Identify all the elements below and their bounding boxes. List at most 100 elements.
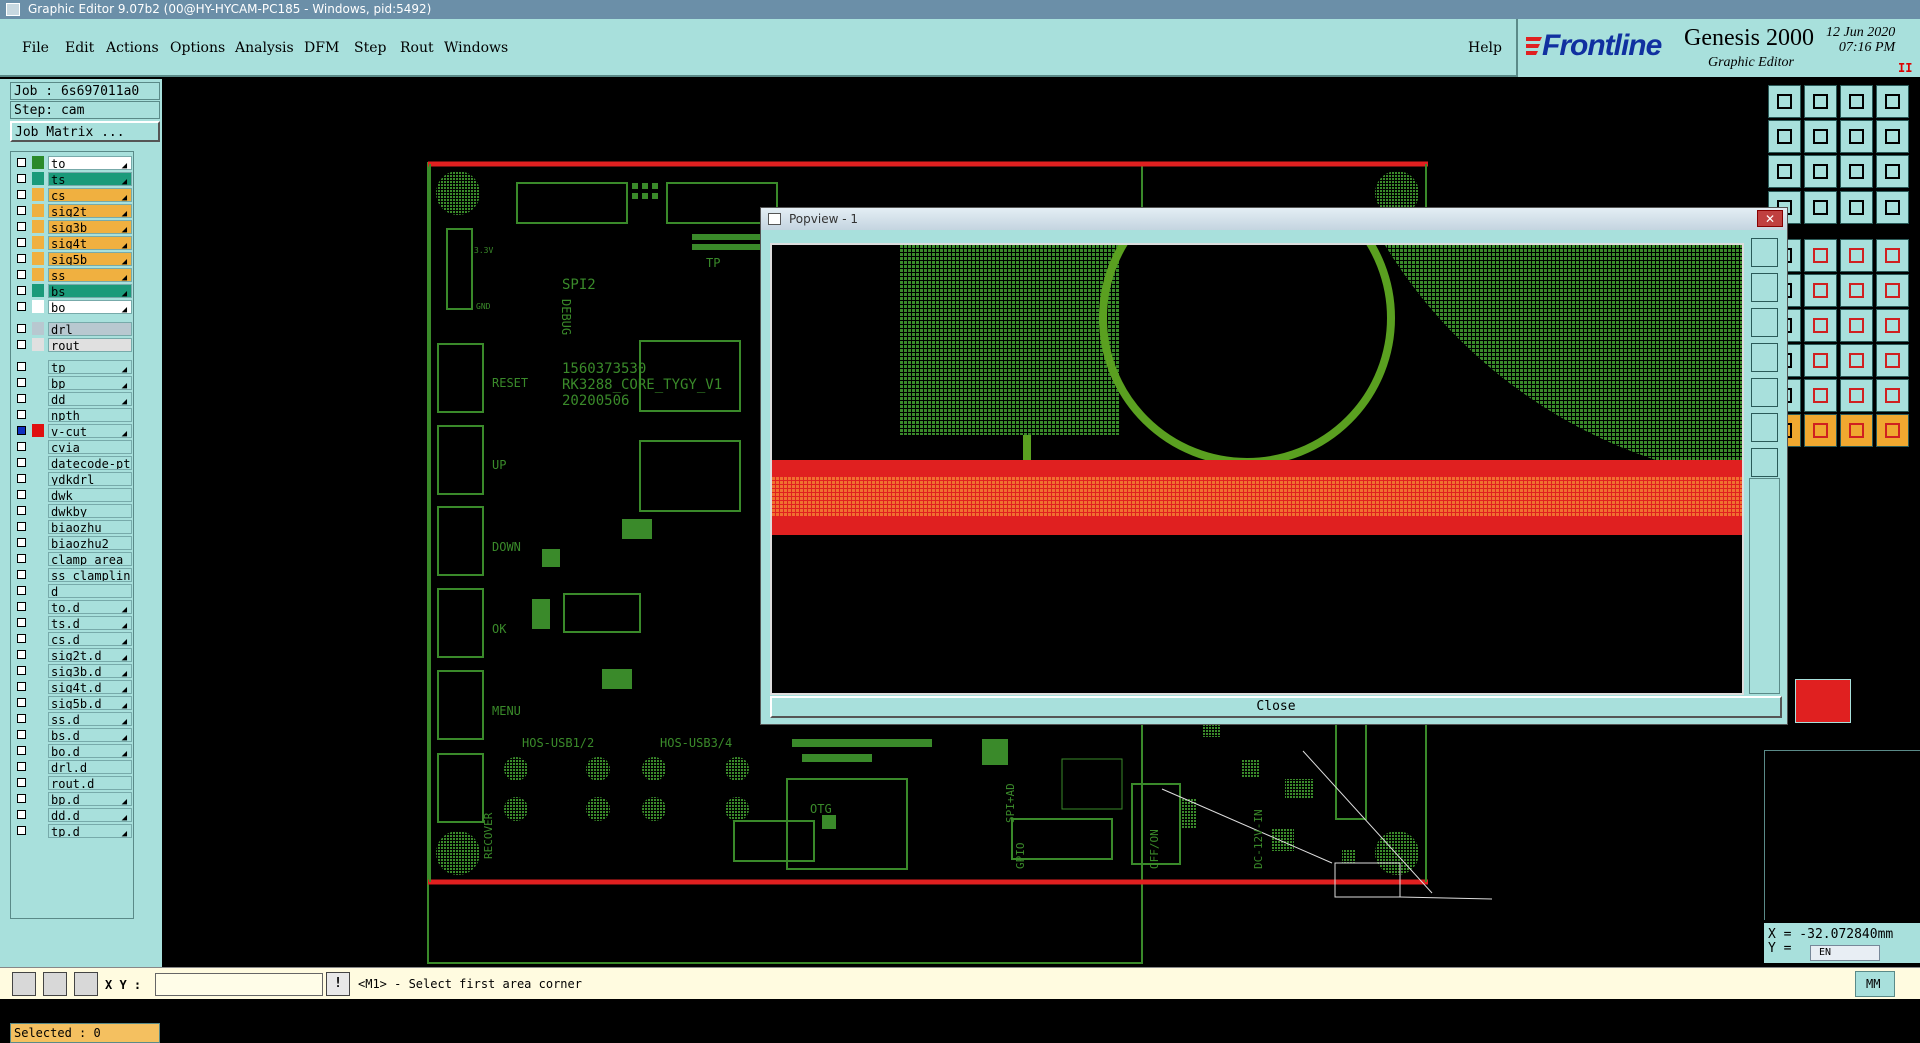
tool-button-r3-c2-icon[interactable] — [1840, 191, 1873, 224]
layer-color-swatch[interactable] — [32, 424, 44, 437]
menu-dfm[interactable]: DFM — [304, 40, 339, 56]
tool-button-r8-c2-icon[interactable] — [1840, 379, 1873, 412]
tool-button-r7-c1-icon[interactable] — [1804, 344, 1837, 377]
layer-checkbox[interactable] — [17, 506, 26, 515]
layer-color-swatch[interactable] — [32, 520, 44, 533]
menu-step[interactable]: Step — [354, 40, 386, 56]
layer-row[interactable]: clamp_area — [12, 551, 134, 567]
layer-name[interactable]: datecode-pte — [48, 456, 132, 470]
layer-row[interactable]: sig5b ◢ — [12, 251, 134, 267]
layer-row[interactable]: sig4t ◢ — [12, 235, 134, 251]
tool-button-r1-c2-icon[interactable] — [1840, 120, 1873, 153]
layer-name[interactable]: bs.d ◢ — [48, 728, 132, 742]
layer-name[interactable]: sig3b ◢ — [48, 220, 132, 234]
layer-checkbox[interactable] — [17, 238, 26, 247]
tool-button-r6-c2-icon[interactable] — [1840, 309, 1873, 342]
layer-name[interactable]: ss.d ◢ — [48, 712, 132, 726]
layer-color-swatch[interactable] — [32, 220, 44, 233]
popview-tool-7[interactable] — [1751, 448, 1778, 477]
layer-name[interactable]: cs ◢ — [48, 188, 132, 202]
layer-color-swatch[interactable] — [32, 536, 44, 549]
layer-row[interactable]: ss_clampline — [12, 567, 134, 583]
layer-checkbox[interactable] — [17, 602, 26, 611]
layer-row[interactable]: datecode-pte — [12, 455, 134, 471]
layer-row[interactable]: drl — [12, 321, 134, 337]
layer-name[interactable]: bp ◢ — [48, 376, 132, 390]
layer-checkbox[interactable] — [17, 378, 26, 387]
menu-windows[interactable]: Windows — [444, 40, 508, 56]
layer-color-swatch[interactable] — [32, 664, 44, 677]
layer-color-swatch[interactable] — [32, 156, 44, 169]
layer-checkbox[interactable] — [17, 324, 26, 333]
layer-checkbox[interactable] — [17, 522, 26, 531]
tool-button-r2-c2-icon[interactable] — [1840, 155, 1873, 188]
layer-color-swatch[interactable] — [32, 600, 44, 613]
layer-checkbox[interactable] — [17, 762, 26, 771]
layer-checkbox[interactable] — [17, 618, 26, 627]
layer-color-swatch[interactable] — [32, 680, 44, 693]
layer-row[interactable]: biaozhu — [12, 519, 134, 535]
layer-name[interactable]: rout.d — [48, 776, 132, 790]
layer-checkbox[interactable] — [17, 554, 26, 563]
pause-icon[interactable]: II — [1898, 61, 1912, 75]
layer-name[interactable]: rout — [48, 338, 132, 352]
layer-checkbox[interactable] — [17, 714, 26, 723]
layer-color-swatch[interactable] — [32, 696, 44, 709]
layer-color-swatch[interactable] — [32, 760, 44, 773]
layer-checkbox[interactable] — [17, 538, 26, 547]
layer-row[interactable]: bs ◢ — [12, 283, 134, 299]
tool-button-r0-c2-icon[interactable] — [1840, 85, 1873, 118]
layer-checkbox[interactable] — [17, 340, 26, 349]
layer-color-swatch[interactable] — [32, 322, 44, 335]
layer-checkbox[interactable] — [17, 174, 26, 183]
layer-row[interactable]: dwk — [12, 487, 134, 503]
popview-tool-2[interactable] — [1751, 273, 1778, 302]
layer-name[interactable]: sig3b.d ◢ — [48, 664, 132, 678]
layer-checkbox[interactable] — [17, 666, 26, 675]
layer-name[interactable]: bp.d ◢ — [48, 792, 132, 806]
layer-checkbox[interactable] — [17, 698, 26, 707]
layer-color-swatch[interactable] — [32, 744, 44, 757]
layer-row[interactable]: ss ◢ — [12, 267, 134, 283]
popview-tool-1[interactable] — [1751, 238, 1778, 267]
layer-color-swatch[interactable] — [32, 648, 44, 661]
layer-name[interactable]: dd.d ◢ — [48, 808, 132, 822]
layer-row[interactable]: cs ◢ — [12, 187, 134, 203]
layer-checkbox[interactable] — [17, 746, 26, 755]
layer-name[interactable]: dwk — [48, 488, 132, 502]
layer-checkbox[interactable] — [17, 190, 26, 199]
layer-color-swatch[interactable] — [32, 632, 44, 645]
layer-name[interactable]: ts ◢ — [48, 172, 132, 186]
layer-name[interactable]: bs ◢ — [48, 284, 132, 298]
tool-button-r0-c0-icon[interactable] — [1768, 85, 1801, 118]
layer-name[interactable]: sig5b ◢ — [48, 252, 132, 266]
layer-color-swatch[interactable] — [32, 300, 44, 313]
layer-row[interactable]: ts.d ◢ — [12, 615, 134, 631]
layer-checkbox[interactable] — [17, 650, 26, 659]
layer-color-swatch[interactable] — [32, 728, 44, 741]
layer-row[interactable]: rout — [12, 337, 134, 353]
units-toggle[interactable]: MM — [1855, 971, 1895, 997]
alert-button[interactable]: ! — [326, 972, 350, 996]
tool-button-r9-c2-icon[interactable] — [1840, 414, 1873, 447]
layer-checkbox[interactable] — [17, 570, 26, 579]
layer-checkbox[interactable] — [17, 302, 26, 311]
tool-button-r6-c3-icon[interactable] — [1876, 309, 1909, 342]
layer-checkbox[interactable] — [17, 794, 26, 803]
popview-canvas[interactable] — [770, 243, 1744, 695]
layer-color-swatch[interactable] — [32, 252, 44, 265]
layer-name[interactable]: ydkdrl — [48, 472, 132, 486]
layer-color-swatch[interactable] — [32, 712, 44, 725]
layer-checkbox[interactable] — [17, 586, 26, 595]
layer-name[interactable]: tp.d ◢ — [48, 824, 132, 838]
layer-name[interactable]: clamp_area — [48, 552, 132, 566]
layer-checkbox[interactable] — [17, 778, 26, 787]
layer-name[interactable]: cs.d ◢ — [48, 632, 132, 646]
layer-color-swatch[interactable] — [32, 584, 44, 597]
layer-row[interactable]: sig2t ◢ — [12, 203, 134, 219]
layer-row[interactable]: ss.d ◢ — [12, 711, 134, 727]
layer-row[interactable]: to ◢ — [12, 155, 134, 171]
overview-viewport[interactable] — [1795, 679, 1851, 723]
layer-name[interactable]: ts.d ◢ — [48, 616, 132, 630]
popview-close-button[interactable]: Close — [770, 696, 1782, 718]
